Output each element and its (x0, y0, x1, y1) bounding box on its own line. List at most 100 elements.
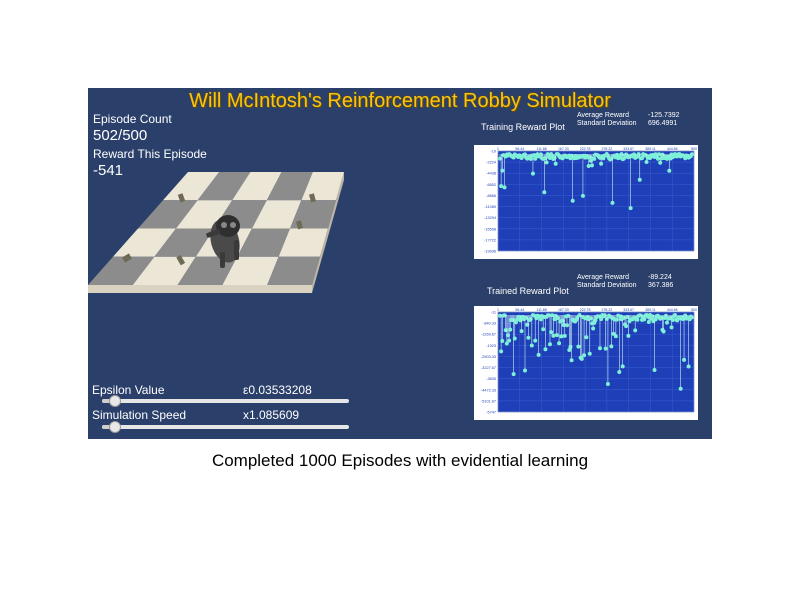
x-tick-label: 111.88 (536, 147, 546, 151)
y-tick-label: -19936 (484, 250, 496, 254)
training-std-value: 696.4991 (648, 120, 678, 127)
reward-point (552, 317, 557, 322)
speed-value: x1.085609 (243, 408, 300, 422)
y-tick-label: -5101.67 (481, 399, 496, 403)
reward-point (526, 335, 531, 340)
reward-point (592, 156, 597, 161)
x-tick-label: 444.56 (667, 147, 678, 151)
y-tick-label: -1269.67 (481, 333, 496, 337)
x-tick-label: 500 (691, 308, 697, 312)
episode-count-label: Episode Count (93, 112, 172, 126)
x-tick-label: 1 (497, 147, 499, 151)
trained-std-value: 367.386 (648, 282, 674, 289)
x-tick-label: 167.33 (558, 308, 569, 312)
reward-point (541, 327, 546, 332)
reward-point (579, 356, 584, 361)
y-tick-label: -13294 (484, 216, 496, 220)
reward-point (644, 160, 649, 165)
reward-point (615, 317, 620, 322)
reward-point (655, 156, 660, 161)
epsilon-value: ε0.03533208 (243, 383, 312, 397)
reward-point (635, 317, 640, 322)
reward-point (542, 190, 547, 195)
trained-avg-label: Average Reward (577, 274, 630, 281)
y-tick-label: -15508 (484, 227, 496, 231)
y-tick-label: -5747 (486, 411, 496, 415)
x-tick-label: 278.22 (602, 147, 613, 151)
x-tick-label: 56.44 (515, 308, 524, 312)
y-tick-label: -4438 (486, 172, 496, 176)
x-tick-label: 389.11 (645, 147, 655, 151)
reward-point (551, 333, 556, 338)
reward-point (562, 333, 567, 338)
reward-point (511, 372, 516, 377)
y-tick-label: -2224 (486, 161, 496, 165)
y-tick-label: -8866 (486, 194, 496, 198)
training-plot-title: Training Reward Plot (481, 122, 565, 132)
reward-point (665, 320, 670, 325)
reward-point (580, 193, 585, 198)
reward-point (529, 343, 534, 348)
y-tick-label: -3227.67 (481, 366, 496, 370)
reward-point (530, 171, 535, 176)
x-tick-label: 333.67 (623, 147, 634, 151)
reward-point (628, 206, 633, 211)
training-reward-plot: 1 56.44 111.88 167.33 222.78 278.22 333.67 389.… (474, 145, 698, 259)
reward-point (502, 185, 507, 190)
reward-point (678, 386, 683, 391)
reward-point (522, 368, 527, 373)
speed-label: Simulation Speed (92, 408, 187, 422)
reward-point (499, 349, 504, 354)
reward-point (670, 317, 675, 322)
x-tick-label: 222.78 (580, 308, 591, 312)
trained-avg-value: -89.224 (648, 274, 672, 281)
reward-point (661, 329, 666, 334)
plot-area (498, 151, 694, 251)
reward-point (646, 319, 651, 324)
reward-point (554, 333, 559, 338)
reward-point (658, 160, 663, 165)
reward-point (570, 198, 575, 203)
reward-point (613, 334, 618, 339)
plot-area (498, 312, 694, 412)
reward-point (609, 344, 614, 349)
reward-point (512, 336, 517, 341)
reward-point (507, 338, 512, 343)
reward-point (610, 200, 615, 205)
reward-episode-label: Reward This Episode (93, 147, 207, 161)
epsilon-slider[interactable] (102, 395, 349, 407)
x-tick-label: 222.78 (580, 147, 591, 151)
reward-point (686, 364, 691, 369)
reward-point (682, 357, 687, 362)
training-avg-label: Average Reward (577, 112, 630, 119)
x-tick-label: 111.88 (536, 308, 546, 312)
reward-point (587, 351, 592, 356)
x-tick-label: 1 (497, 308, 499, 312)
reward-point (626, 333, 631, 338)
y-tick-label: -6652 (486, 183, 496, 187)
x-tick-label: 500 (691, 147, 697, 151)
reward-point (569, 358, 574, 363)
reward-point (559, 334, 564, 339)
speed-slider[interactable] (102, 421, 349, 433)
epsilon-label: Epsilon Value (92, 383, 165, 397)
reward-point (582, 353, 587, 358)
episode-count-value: 502/500 (93, 127, 148, 144)
reward-point (624, 324, 629, 329)
x-tick-label: 278.22 (602, 308, 613, 312)
reward-point (605, 381, 610, 386)
x-tick-label: 56.44 (515, 147, 524, 151)
reward-point (500, 168, 505, 173)
reward-point (565, 323, 570, 328)
simulator-window: Will McIntosh's Reinforcement Robby Simu… (88, 88, 712, 439)
training-std-label: Standard Deviation (577, 120, 637, 127)
reward-point (557, 341, 562, 346)
reward-point (500, 339, 505, 344)
reward-point (637, 177, 642, 182)
reward-point (549, 330, 554, 335)
reward-point (669, 325, 674, 330)
reward-point (590, 163, 595, 168)
y-tick-label: -840.33 (483, 322, 496, 326)
y-tick-label: -11 (491, 311, 496, 315)
y-tick-label: -1923 (486, 344, 496, 348)
